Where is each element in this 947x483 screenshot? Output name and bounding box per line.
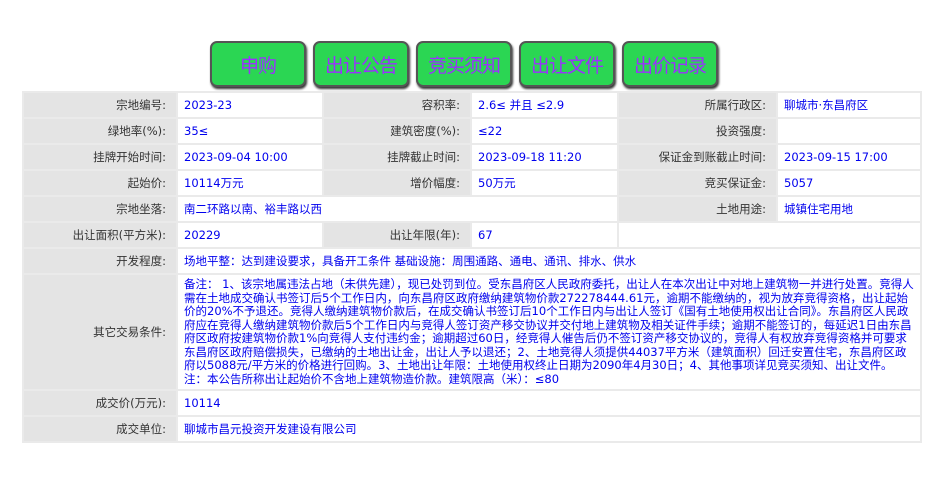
table-row: 绿地率(%): 35≤ 建筑密度(%): ≤22 投资强度: [23,118,921,144]
deal-price-label: 成交价(万元): [23,390,177,416]
dev-label: 开发程度: [23,248,177,274]
table-row: 宗地坐落: 南二环路以南、裕丰路以西 土地用途: 城镇住宅用地 [23,196,921,222]
deposit-deadline-value: 2023-09-15 17:00 [777,144,921,170]
bidding-notice-button[interactable]: 竞买须知 [416,41,512,87]
end-time-label: 挂牌截止时间: [323,144,471,170]
start-time-value: 2023-09-04 10:00 [177,144,323,170]
density-value: ≤22 [471,118,618,144]
table-row: 成交价(万元): 10114 [23,390,921,416]
far-value: 2.6≤ 并且 ≤2.9 [471,92,618,118]
district-label: 所属行政区: [618,92,777,118]
table-row: 起始价: 10114万元 增价幅度: 50万元 竞买保证金: 5057 [23,170,921,196]
winner-value: 聊城市昌元投资开发建设有限公司 [177,416,921,442]
apply-button[interactable]: 申购 [210,41,306,87]
invest-value [777,118,921,144]
area-value: 20229 [177,222,323,248]
table-row: 宗地编号: 2023-23 容积率: 2.6≤ 并且 ≤2.9 所属行政区: 聊… [23,92,921,118]
table-row: 成交单位: 聊城市昌元投资开发建设有限公司 [23,416,921,442]
deal-price-value: 10114 [177,390,921,416]
parcel-no-label: 宗地编号: [23,92,177,118]
table-row: 开发程度: 场地平整：达到建设要求，具备开工条件 基础设施：周围通路、通电、通讯… [23,248,921,274]
empty-cell [618,222,921,248]
deposit-label: 竞买保证金: [618,170,777,196]
increment-label: 增价幅度: [323,170,471,196]
table-row: 出让面积(平方米): 20229 出让年限(年): 67 [23,222,921,248]
other-conditions-value: 备注： 1、该宗地属违法占地（未供先建），现已处罚到位。受东昌府区人民政府委托，… [177,274,921,390]
use-value: 城镇住宅用地 [777,196,921,222]
table-row: 其它交易条件: 备注： 1、该宗地属违法占地（未供先建），现已处罚到位。受东昌府… [23,274,921,390]
start-price-value: 10114万元 [177,170,323,196]
table-row: 挂牌开始时间: 2023-09-04 10:00 挂牌截止时间: 2023-09… [23,144,921,170]
green-value: 35≤ [177,118,323,144]
use-label: 土地用途: [618,196,777,222]
announcement-button[interactable]: 出让公告 [313,41,409,87]
parcel-no-value: 2023-23 [177,92,323,118]
density-label: 建筑密度(%): [323,118,471,144]
other-conditions-label: 其它交易条件: [23,274,177,390]
transfer-document-button[interactable]: 出让文件 [519,41,615,87]
district-value: 聊城市·东昌府区 [777,92,921,118]
deposit-value: 5057 [777,170,921,196]
location-label: 宗地坐落: [23,196,177,222]
invest-label: 投资强度: [618,118,777,144]
deposit-deadline-label: 保证金到账截止时间: [618,144,777,170]
dev-value: 场地平整：达到建设要求，具备开工条件 基础设施：周围通路、通电、通讯、排水、供水 [177,248,921,274]
bid-record-button[interactable]: 出价记录 [622,41,718,87]
far-label: 容积率: [323,92,471,118]
years-value: 67 [471,222,618,248]
years-label: 出让年限(年): [323,222,471,248]
location-value: 南二环路以南、裕丰路以西 [177,196,618,222]
start-price-label: 起始价: [23,170,177,196]
green-label: 绿地率(%): [23,118,177,144]
area-label: 出让面积(平方米): [23,222,177,248]
end-time-value: 2023-09-18 11:20 [471,144,618,170]
increment-value: 50万元 [471,170,618,196]
start-time-label: 挂牌开始时间: [23,144,177,170]
parcel-info-table: 宗地编号: 2023-23 容积率: 2.6≤ 并且 ≤2.9 所属行政区: 聊… [22,91,922,443]
action-buttons: 申购 出让公告 竞买须知 出让文件 出价记录 [210,41,718,87]
winner-label: 成交单位: [23,416,177,442]
